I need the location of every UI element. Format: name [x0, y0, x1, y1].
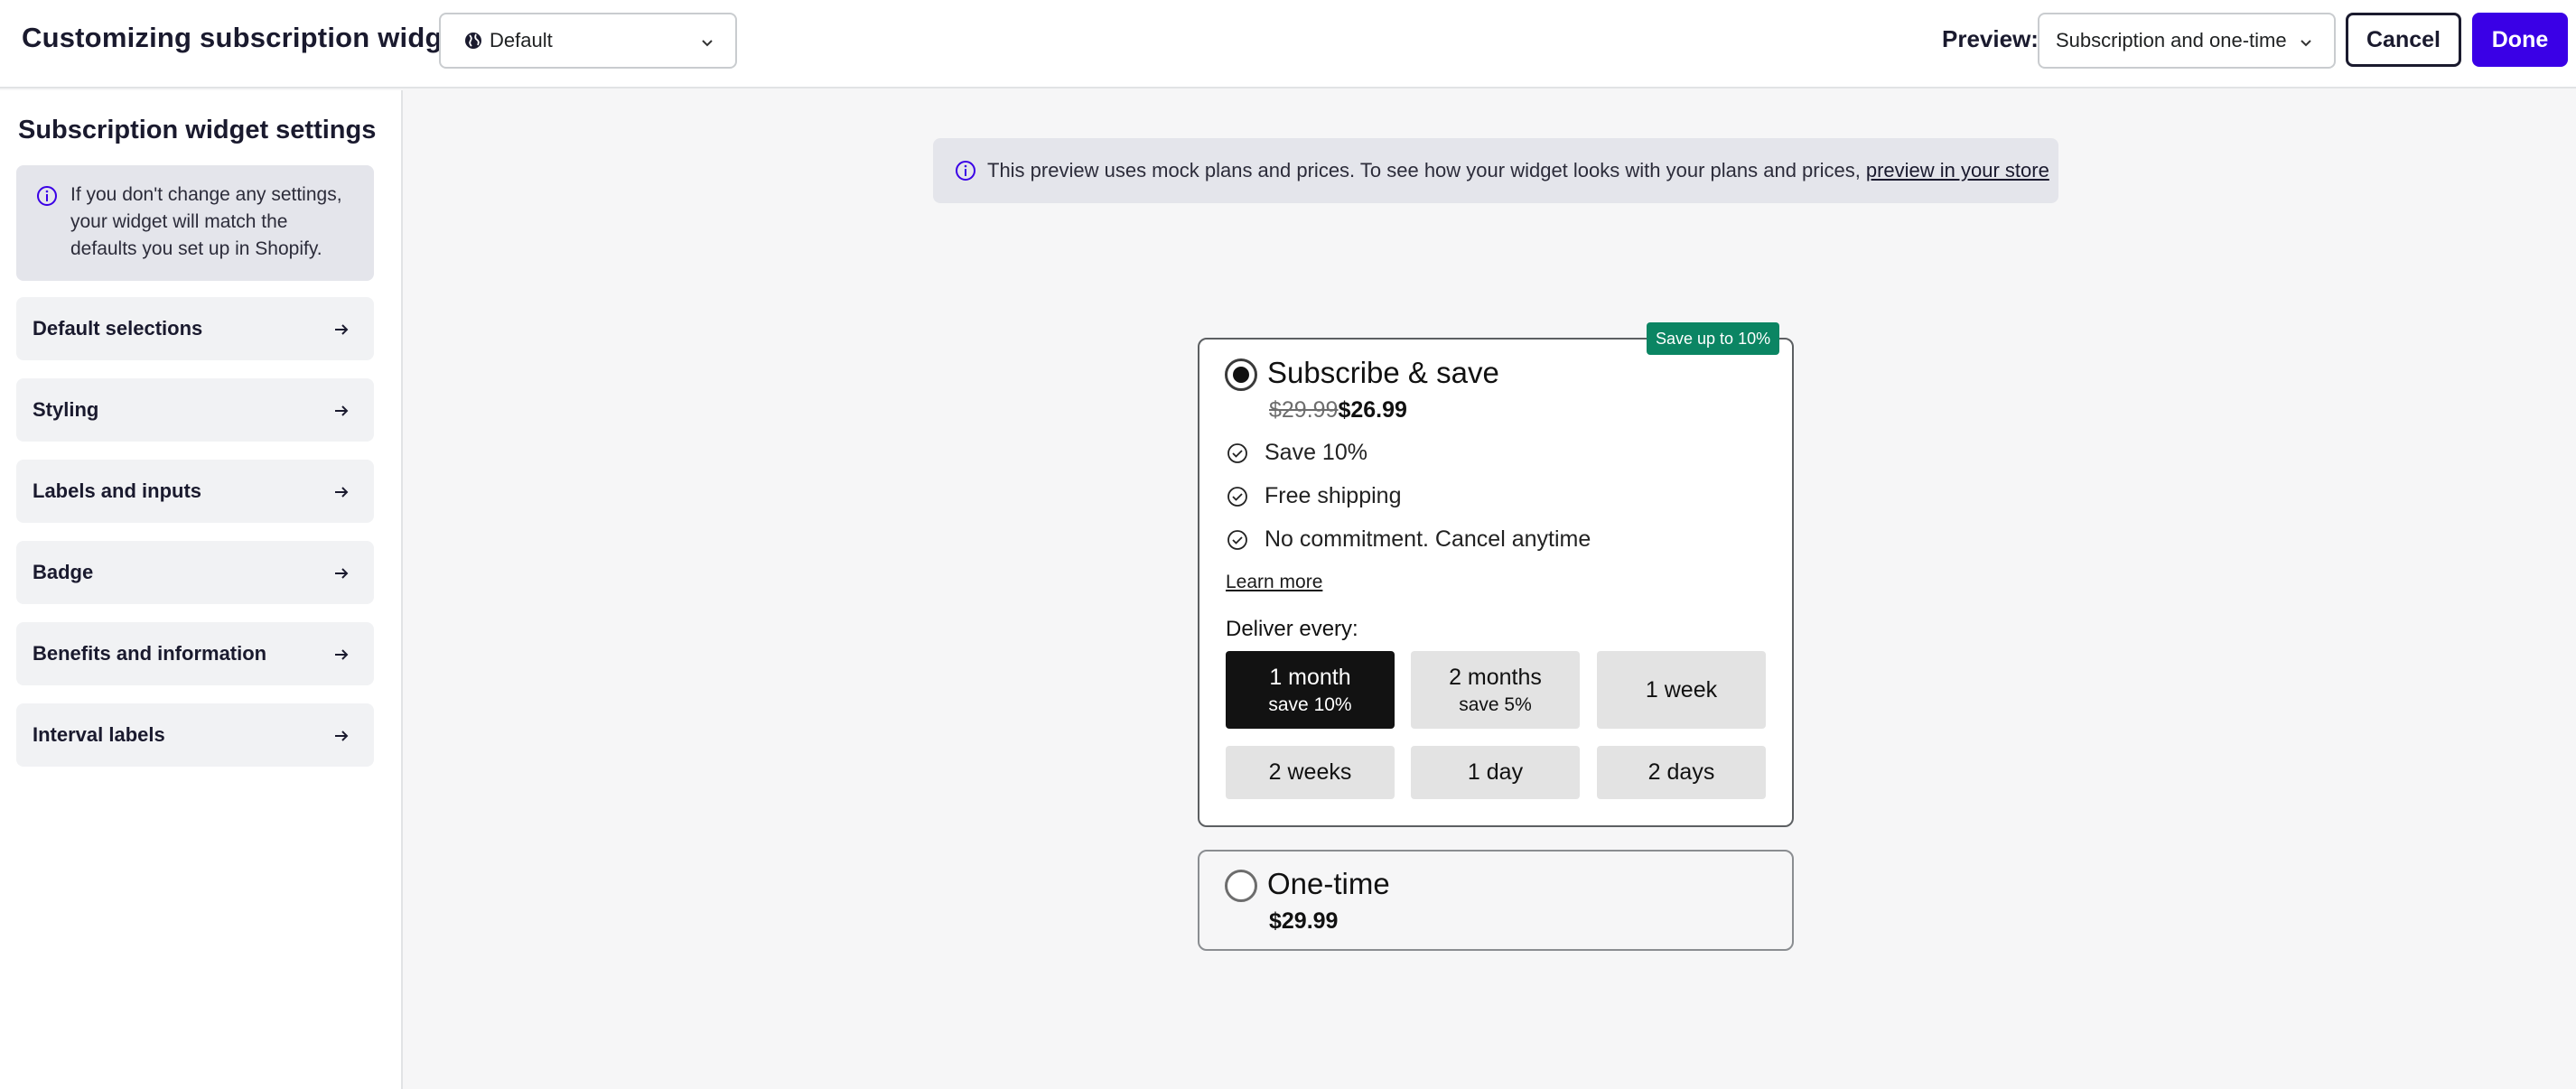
- mock-preview-banner: This preview uses mock plans and prices.…: [933, 138, 2058, 203]
- cancel-button[interactable]: Cancel: [2346, 13, 2461, 67]
- info-callout: If you don't change any settings, your w…: [16, 165, 374, 281]
- subscription-price: $29.99$26.99: [1269, 397, 1407, 424]
- arrow-right-icon: [335, 487, 349, 498]
- interval-option-2-months[interactable]: 2 months save 5%: [1411, 651, 1580, 729]
- benefit-item: Free shipping: [1227, 483, 1401, 509]
- done-button[interactable]: Done: [2472, 13, 2568, 67]
- sidebar-item-label: Interval labels: [33, 723, 165, 746]
- preview-label: Preview:: [1942, 25, 2039, 52]
- benefit-text: Free shipping: [1265, 483, 1402, 508]
- interval-savings: save 5%: [1459, 693, 1532, 715]
- interval-label: 2 months: [1449, 664, 1542, 690]
- benefit-text: Save 10%: [1265, 440, 1367, 465]
- sidebar-item-badge[interactable]: Badge: [16, 541, 374, 604]
- interval-option-2-days[interactable]: 2 days: [1597, 746, 1766, 799]
- banner-text: This preview uses mock plans and prices.…: [987, 159, 1861, 182]
- sidebar-title: Subscription widget settings: [18, 116, 377, 144]
- preview-select[interactable]: Subscription and one-time: [2038, 13, 2336, 69]
- sidebar-item-default-selections[interactable]: Default selections: [16, 297, 374, 360]
- check-circle-icon: [1227, 442, 1247, 463]
- check-circle-icon: [1227, 529, 1247, 550]
- interval-label: 1 month: [1269, 664, 1351, 690]
- preview-in-store-link[interactable]: preview in your store: [1866, 159, 2049, 182]
- theme-select[interactable]: Default: [439, 13, 737, 69]
- interval-option-1-week[interactable]: 1 week: [1597, 651, 1766, 729]
- arrow-right-icon: [335, 731, 349, 741]
- sidebar-item-label: Default selections: [33, 317, 203, 340]
- one-time-price: $29.99: [1269, 908, 1339, 934]
- benefit-item: Save 10%: [1227, 440, 1367, 466]
- sidebar-item-label: Styling: [33, 398, 99, 421]
- theme-select-value: Default: [490, 29, 553, 51]
- interval-option-2-weeks[interactable]: 2 weeks: [1226, 746, 1395, 799]
- one-time-radio[interactable]: [1225, 870, 1257, 902]
- deliver-every-label: Deliver every:: [1226, 617, 1358, 641]
- interval-label: 2 weeks: [1268, 759, 1352, 785]
- original-price: $29.99: [1269, 397, 1339, 423]
- info-icon: [37, 186, 57, 206]
- arrow-right-icon: [335, 324, 349, 335]
- arrow-right-icon: [335, 649, 349, 660]
- arrow-right-icon: [335, 405, 349, 416]
- info-icon: [956, 161, 975, 181]
- check-circle-icon: [1227, 486, 1247, 507]
- sidebar-item-benefits-and-information[interactable]: Benefits and information: [16, 622, 374, 685]
- benefit-item: No commitment. Cancel anytime: [1227, 526, 1591, 553]
- interval-label: 1 week: [1645, 676, 1718, 703]
- chevron-down-icon: [2301, 40, 2311, 47]
- sidebar-item-label: Labels and inputs: [33, 479, 202, 502]
- interval-label: 1 day: [1467, 759, 1524, 785]
- sidebar-item-label: Benefits and information: [33, 642, 267, 665]
- interval-label: 2 days: [1647, 759, 1715, 785]
- settings-sidebar: Subscription widget settings If you don'…: [0, 90, 403, 1089]
- subscription-title: Subscribe & save: [1267, 356, 1499, 389]
- sidebar-item-labels-and-inputs[interactable]: Labels and inputs: [16, 460, 374, 523]
- sidebar-item-interval-labels[interactable]: Interval labels: [16, 703, 374, 767]
- sidebar-item-label: Badge: [33, 561, 94, 583]
- benefit-text: No commitment. Cancel anytime: [1265, 526, 1591, 552]
- one-time-title: One-time: [1267, 867, 1390, 900]
- chevron-down-icon: [702, 40, 713, 47]
- info-text: If you don't change any settings, your w…: [70, 184, 342, 259]
- arrow-right-icon: [335, 568, 349, 579]
- interval-option-1-day[interactable]: 1 day: [1411, 746, 1580, 799]
- page-title: Customizing subscription widget: [22, 22, 468, 53]
- interval-savings: save 10%: [1268, 693, 1352, 715]
- save-badge: Save up to 10%: [1647, 322, 1780, 355]
- subscription-radio[interactable]: [1225, 358, 1257, 391]
- globe-icon: [465, 33, 481, 49]
- top-bar: Customizing subscription widget Default …: [0, 0, 2576, 88]
- sidebar-item-styling[interactable]: Styling: [16, 378, 374, 442]
- learn-more-link[interactable]: Learn more: [1226, 572, 1322, 593]
- preview-select-value: Subscription and one-time: [2056, 29, 2287, 51]
- interval-option-1-month[interactable]: 1 month save 10%: [1226, 651, 1395, 729]
- discounted-price: $26.99: [1338, 397, 1407, 423]
- radio-selected-dot: [1233, 367, 1249, 383]
